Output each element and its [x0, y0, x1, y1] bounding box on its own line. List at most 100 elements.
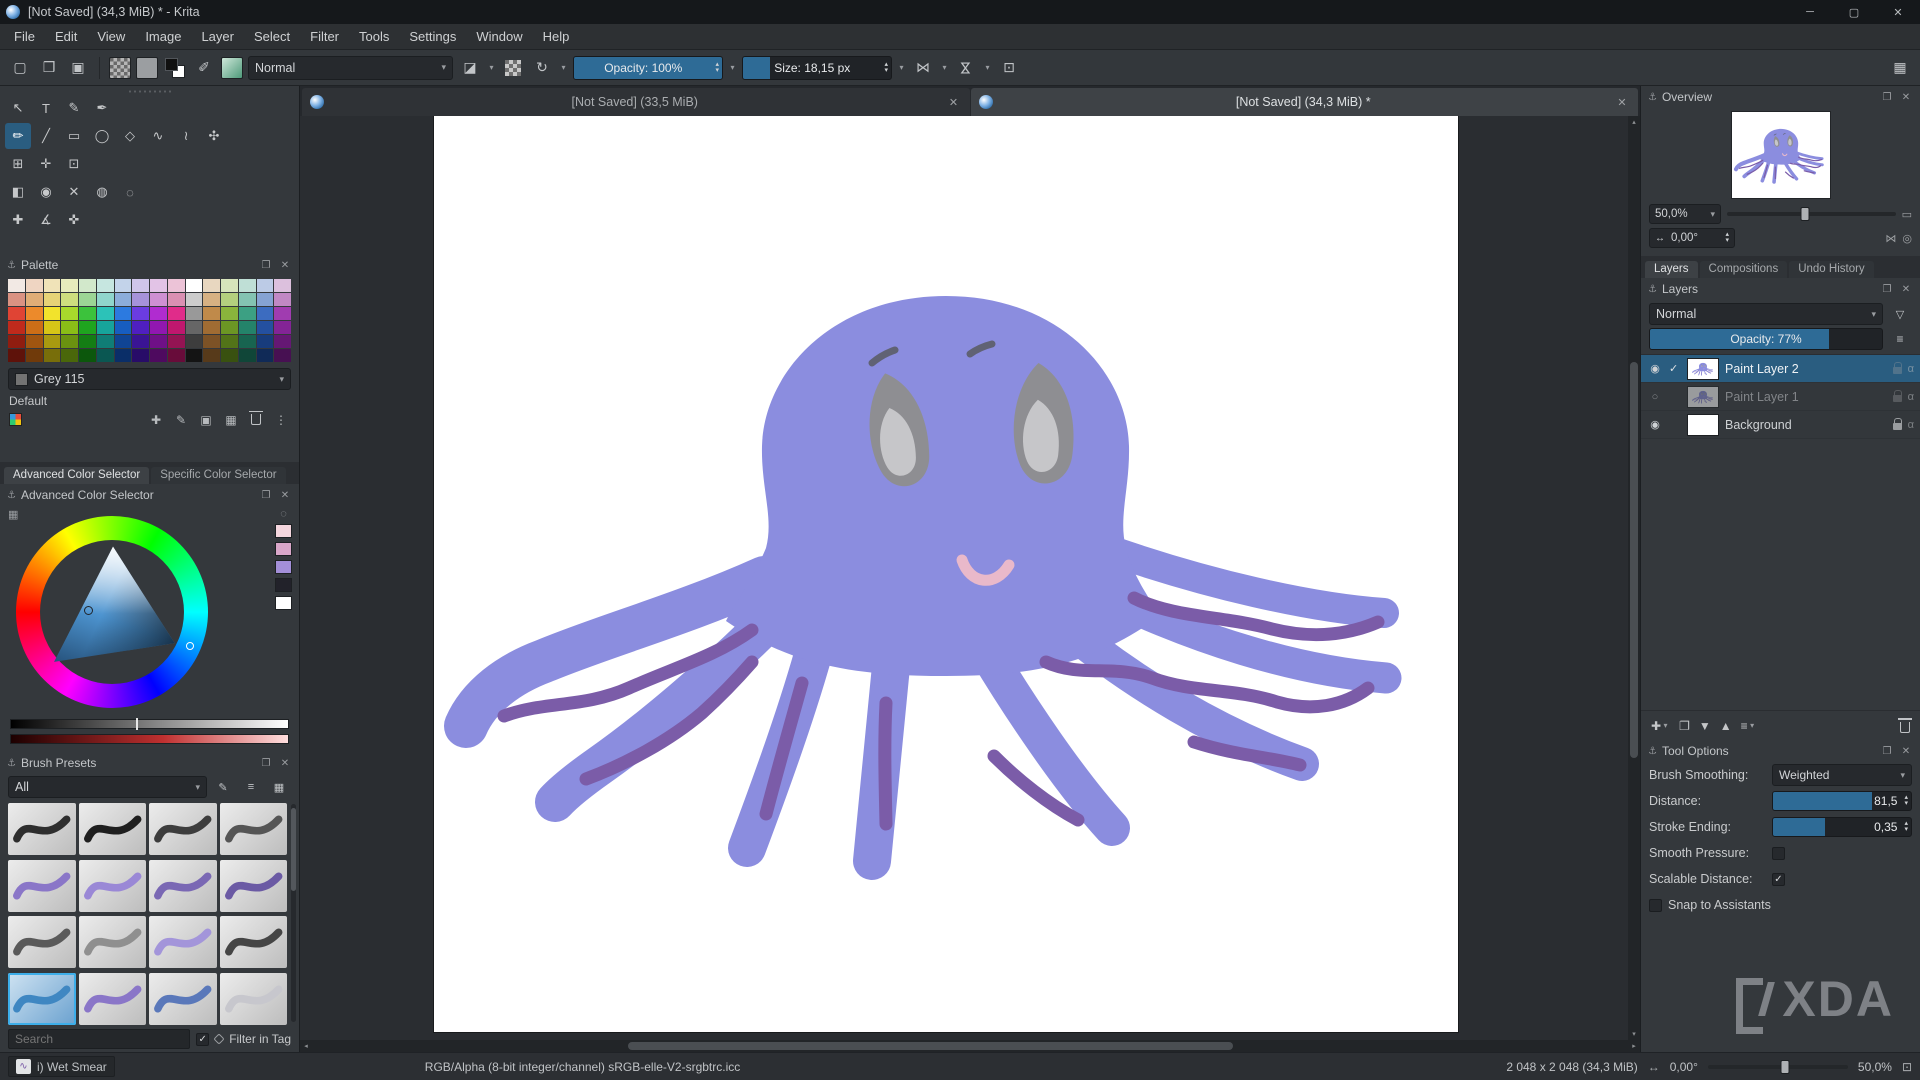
overview-zoom-value[interactable]: 50,0% ▾ [1649, 204, 1721, 224]
snap-to-assistants-checkbox[interactable] [1649, 899, 1662, 912]
layer-row-paint-layer-2[interactable]: ◉✓Paint Layer 2α [1641, 355, 1920, 383]
menu-item-filter[interactable]: Filter [300, 24, 349, 50]
palette-swatch[interactable] [26, 349, 43, 362]
brush-size-slider[interactable]: Size: 18,15 px ▴▾ [742, 56, 892, 80]
palette-swatch[interactable] [257, 335, 274, 348]
palette-swatch[interactable] [203, 293, 220, 306]
float-docker-icon[interactable]: ❐ [1880, 746, 1894, 757]
enclose-fill-tool[interactable]: ◌ [117, 179, 143, 205]
float-docker-icon[interactable]: ❐ [1880, 92, 1894, 103]
palette-color-dropdown[interactable]: Grey 115 ▾ [8, 368, 291, 390]
open-document-button[interactable]: ❒ [37, 56, 61, 80]
horizontal-scroll-thumb[interactable] [628, 1042, 1233, 1050]
value-strip[interactable] [10, 719, 289, 729]
brush-preset-tile[interactable] [149, 803, 217, 855]
palette-swatch[interactable] [26, 279, 43, 292]
palette-swatch[interactable] [221, 293, 238, 306]
layer-options-button[interactable]: ≡ [1888, 329, 1912, 349]
zoom-level-value[interactable]: 50,0% [1858, 1060, 1892, 1074]
alpha-icon[interactable]: α [1908, 363, 1914, 375]
value-strip-handle[interactable] [136, 718, 138, 730]
palette-swatch[interactable] [115, 307, 132, 320]
menu-item-window[interactable]: Window [466, 24, 532, 50]
palette-swatch[interactable] [61, 321, 78, 334]
brush-grid-scrollbar[interactable] [291, 804, 296, 1022]
palette-swatch[interactable] [186, 307, 203, 320]
palette-swatch[interactable] [274, 335, 291, 348]
close-button[interactable]: ✕ [1876, 0, 1920, 24]
close-docker-icon[interactable]: ✕ [278, 260, 292, 271]
palette-swatch[interactable] [79, 307, 96, 320]
close-docker-icon[interactable]: ✕ [1899, 92, 1913, 103]
brush-preset-tile[interactable] [79, 973, 147, 1025]
brush-preset-tile[interactable] [8, 803, 76, 855]
palette-swatch[interactable] [239, 307, 256, 320]
reference-images-tool[interactable]: ✜ [61, 207, 87, 233]
palette-swatch[interactable] [221, 279, 238, 292]
palette-swatch[interactable] [239, 349, 256, 362]
palette-swatch[interactable] [97, 349, 114, 362]
layer-row-paint-layer-1[interactable]: ○Paint Layer 1α [1641, 383, 1920, 411]
brush-preset-tile[interactable] [79, 916, 147, 968]
mirror-horizontal-button[interactable]: ⋈ [911, 56, 935, 80]
tab-layers[interactable]: Layers [1645, 261, 1698, 278]
rectangle-tool[interactable]: ▭ [61, 123, 87, 149]
palette-swatch[interactable] [132, 349, 149, 362]
brush-smoothing-dropdown[interactable]: Weighted ▾ [1772, 764, 1912, 786]
polygon-tool[interactable]: ◇ [117, 123, 143, 149]
menu-item-file[interactable]: File [4, 24, 45, 50]
alpha-icon[interactable]: α [1908, 419, 1914, 431]
palette-swatch[interactable] [79, 293, 96, 306]
transform-tool[interactable]: ⊞ [5, 151, 31, 177]
layer-row-background[interactable]: ◉Backgroundα [1641, 411, 1920, 439]
palette-swatch[interactable] [8, 279, 25, 292]
add-color-button[interactable]: ✚ [147, 413, 165, 427]
palette-swatch[interactable] [44, 293, 61, 306]
brush-preset-tile[interactable] [149, 916, 217, 968]
palette-swatch[interactable] [79, 321, 96, 334]
move-tool[interactable]: ✛ [33, 151, 59, 177]
color-strip[interactable] [10, 734, 289, 744]
text-tool[interactable]: T [33, 95, 59, 121]
tab-compositions[interactable]: Compositions [1700, 261, 1788, 278]
zoom-slider[interactable] [1708, 1065, 1848, 1069]
close-docker-icon[interactable]: ✕ [1899, 746, 1913, 757]
chevron-down-icon[interactable]: ▾ [728, 63, 737, 72]
pin-icon[interactable]: ◎ [1902, 232, 1912, 245]
palette-swatch[interactable] [257, 307, 274, 320]
fullscreen-icon[interactable]: ⊡ [1902, 1060, 1912, 1074]
close-docker-icon[interactable]: ✕ [1899, 284, 1913, 295]
palette-swatch[interactable] [168, 335, 185, 348]
multibrush-tool[interactable]: ✣ [201, 123, 227, 149]
calligraphy-tool[interactable]: ✒ [89, 95, 115, 121]
select-shapes-tool[interactable]: ↖ [5, 95, 31, 121]
palette-menu-button[interactable]: ⋮ [272, 413, 290, 427]
palette-swatch[interactable] [132, 307, 149, 320]
tab-advanced-color-selector[interactable]: Advanced Color Selector [4, 467, 149, 484]
palette-swatch[interactable] [168, 349, 185, 362]
canvas-rotation-value[interactable]: 0,00° [1670, 1060, 1698, 1074]
palette-swatch[interactable] [44, 321, 61, 334]
save-palette-button[interactable]: ▣ [197, 413, 215, 427]
brush-preset-chooser[interactable] [221, 57, 243, 79]
history-swatch[interactable] [275, 596, 292, 610]
palette-swatch[interactable] [221, 349, 238, 362]
rotation-spinner[interactable]: ▴▾ [1725, 232, 1729, 244]
list-view-button[interactable]: ≡ [239, 777, 263, 797]
palette-swatch[interactable] [186, 349, 203, 362]
palette-swatch[interactable] [132, 279, 149, 292]
palette-swatch[interactable] [44, 335, 61, 348]
palette-swatch[interactable] [26, 307, 43, 320]
palette-swatch[interactable] [115, 335, 132, 348]
palette-swatch[interactable] [186, 279, 203, 292]
lock-icon[interactable] [1893, 423, 1902, 430]
duplicate-layer-button[interactable]: ❐ [1679, 719, 1690, 733]
zoom-slider-thumb[interactable] [1800, 207, 1809, 221]
palette-swatch[interactable] [239, 293, 256, 306]
palette-swatch[interactable] [257, 321, 274, 334]
palette-swatch[interactable] [150, 349, 167, 362]
scroll-right-icon[interactable]: ▸ [1628, 1042, 1640, 1050]
palette-swatch[interactable] [168, 307, 185, 320]
canvas-page[interactable] [434, 116, 1458, 1032]
palette-swatch[interactable] [186, 293, 203, 306]
